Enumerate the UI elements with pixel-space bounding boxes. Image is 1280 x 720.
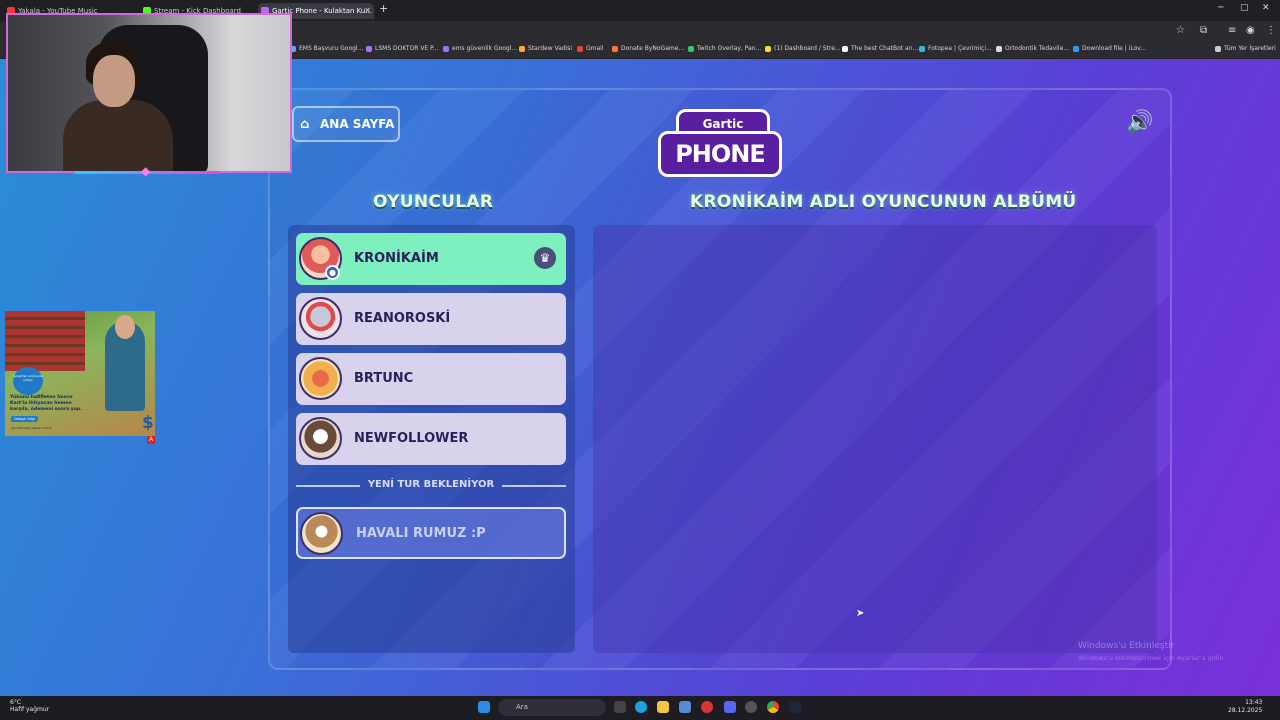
player-name: KRONİKAİM bbox=[354, 251, 439, 266]
player-avatar bbox=[299, 357, 342, 400]
players-title: OYUNCULAR bbox=[373, 192, 494, 212]
clock-time: 13:43 bbox=[1245, 699, 1263, 706]
player-item[interactable]: BRTUNC bbox=[296, 353, 566, 405]
profile-avatar-icon[interactable]: ◉ bbox=[1246, 25, 1255, 36]
bookmark-item[interactable]: Donate ByNoGame... bbox=[612, 45, 684, 52]
task-view-icon[interactable] bbox=[614, 701, 626, 713]
all-bookmarks[interactable]: Tüm Yer İşaretleri bbox=[1215, 45, 1276, 52]
player-item[interactable]: REANOROSKİ bbox=[296, 293, 566, 345]
ad-close-icon[interactable]: A bbox=[147, 436, 155, 444]
ad-button[interactable]: Detaylı bilgi bbox=[11, 416, 38, 422]
player-avatar bbox=[299, 417, 342, 460]
divider-line bbox=[502, 485, 566, 487]
spectator-item[interactable]: HAVALI RUMUZ :P bbox=[296, 507, 566, 559]
close-tab-icon[interactable]: ✕ bbox=[364, 3, 371, 19]
clock-date: 28.12.2025 bbox=[1228, 707, 1263, 714]
bookmark-icon bbox=[366, 46, 372, 52]
taskbar-search[interactable]: Ara bbox=[498, 699, 606, 716]
bookmark-icon bbox=[765, 46, 771, 52]
player-avatar bbox=[300, 512, 343, 555]
player-name: HAVALI RUMUZ :P bbox=[356, 526, 486, 541]
bookmark-item[interactable]: Twitch Overlay, Pan... bbox=[688, 45, 761, 52]
menu-lines-icon[interactable]: ≡ bbox=[1228, 25, 1236, 36]
ad-footer: Ayrıntılı bilgi: isbank.com.tr bbox=[11, 426, 52, 430]
activation-watermark-subtitle: Windows'u etkinleştirmek için Ayarlar'a … bbox=[1078, 654, 1226, 662]
sound-toggle-icon[interactable]: 🔊 bbox=[1126, 110, 1153, 135]
bookmark-item[interactable]: Fotopea | Çevrimiçi... bbox=[919, 45, 992, 52]
album-title: KRONİKAİM ADLI OYUNCUNUN ALBÜMÜ bbox=[690, 192, 1077, 212]
player-avatar bbox=[299, 297, 342, 340]
close-window-icon[interactable]: ✕ bbox=[1262, 3, 1270, 13]
weather-condition: Hafif yağmur bbox=[10, 706, 50, 713]
diamond-icon: ◆ bbox=[141, 164, 151, 178]
bookmark-icon bbox=[519, 46, 525, 52]
windows-taskbar: 6°C Hafif yağmur Ara 13:43 28.12.2025 bbox=[0, 696, 1280, 720]
bookmark-icon bbox=[919, 46, 925, 52]
extensions-icon[interactable]: ⧉ bbox=[1200, 25, 1207, 36]
bank-ad-overlay[interactable]: İşCep'ten ürünlerde imkan Yükünü hafifle… bbox=[5, 311, 155, 436]
player-item-host[interactable]: ● KRONİKAİM ♛ bbox=[296, 233, 566, 285]
bookmark-item[interactable]: Stardew Vadisi bbox=[519, 45, 572, 52]
bookmark-item[interactable]: Gmail bbox=[577, 45, 604, 52]
bookmark-item[interactable]: The best ChatBot an... bbox=[842, 45, 918, 52]
home-button[interactable]: ⌂ ANA SAYFA bbox=[292, 106, 400, 142]
player-name: REANOROSKİ bbox=[354, 311, 451, 326]
new-tab-button[interactable]: + bbox=[379, 2, 388, 15]
home-icon: ⌂ bbox=[300, 117, 310, 132]
temperature: 6°C bbox=[10, 699, 22, 706]
album-panel bbox=[593, 225, 1157, 653]
windows-start-icon[interactable] bbox=[478, 701, 490, 713]
gmail-icon bbox=[577, 46, 583, 52]
bookmark-item[interactable]: EMS Başvuru Googl... bbox=[290, 45, 363, 52]
user-badge-icon: ● bbox=[325, 265, 340, 280]
streamer-body bbox=[63, 100, 173, 171]
edge-icon[interactable] bbox=[635, 701, 647, 713]
app-icon[interactable] bbox=[701, 701, 713, 713]
activation-watermark-title: Windows'u Etkinleştir bbox=[1078, 641, 1175, 651]
bookmark-item[interactable]: Download file | iLov... bbox=[1073, 45, 1146, 52]
player-item[interactable]: NEWFOLLOWER bbox=[296, 413, 566, 465]
notepad-icon[interactable] bbox=[679, 701, 691, 713]
more-menu-icon[interactable]: ⋮ bbox=[1266, 25, 1276, 36]
bookmark-icon bbox=[1073, 46, 1079, 52]
bookmark-item[interactable]: ems güvenlik Googl... bbox=[443, 45, 517, 52]
logo-main-text: PHONE bbox=[658, 131, 782, 177]
weather-widget[interactable]: 6°C Hafif yağmur bbox=[10, 699, 49, 713]
ad-person-face bbox=[115, 315, 135, 339]
bookmark-item[interactable]: Ortodontik Tedavile... bbox=[996, 45, 1069, 52]
file-explorer-icon[interactable] bbox=[657, 701, 669, 713]
minimize-icon[interactable]: ─ bbox=[1218, 3, 1223, 13]
player-name: BRTUNC bbox=[354, 371, 414, 386]
obs-icon[interactable] bbox=[745, 701, 757, 713]
waiting-divider: YENİ TUR BEKLENİYOR bbox=[296, 478, 566, 492]
bookmark-icon bbox=[996, 46, 1002, 52]
maximize-icon[interactable]: ▢ bbox=[1240, 3, 1249, 13]
star-icon[interactable]: ☆ bbox=[1176, 25, 1185, 36]
bookmark-icon bbox=[443, 46, 449, 52]
streamer-face bbox=[93, 55, 135, 107]
chrome-icon[interactable] bbox=[767, 701, 779, 713]
bookmark-item[interactable]: (1) Dashboard / Stre... bbox=[765, 45, 841, 52]
steam-icon[interactable] bbox=[789, 701, 801, 713]
ad-bubble: İşCep'ten ürünlerde imkan bbox=[13, 367, 43, 395]
mouse-cursor-icon: ➤ bbox=[856, 608, 865, 619]
discord-icon[interactable] bbox=[724, 701, 736, 713]
search-text: Ara bbox=[516, 703, 528, 711]
bank-logo-icon: $ bbox=[142, 413, 154, 433]
player-name: NEWFOLLOWER bbox=[354, 431, 469, 446]
bookmark-item[interactable]: LSMS DOKTOR VE P... bbox=[366, 45, 439, 52]
bookmark-icon bbox=[688, 46, 694, 52]
home-button-label: ANA SAYFA bbox=[320, 117, 395, 131]
system-clock[interactable]: 13:43 28.12.2025 bbox=[1228, 699, 1262, 715]
ad-text: Yükünü hafifleten İmece Kart'la ihtiyacı… bbox=[10, 395, 82, 412]
folder-icon bbox=[1215, 46, 1221, 52]
gartic-phone-logo: Gartic PHONE bbox=[658, 105, 782, 181]
crown-icon: ♛ bbox=[534, 247, 556, 269]
webcam-overlay bbox=[6, 13, 292, 173]
bookmark-icon bbox=[842, 46, 848, 52]
apple-crates bbox=[5, 311, 85, 371]
bookmark-icon bbox=[612, 46, 618, 52]
